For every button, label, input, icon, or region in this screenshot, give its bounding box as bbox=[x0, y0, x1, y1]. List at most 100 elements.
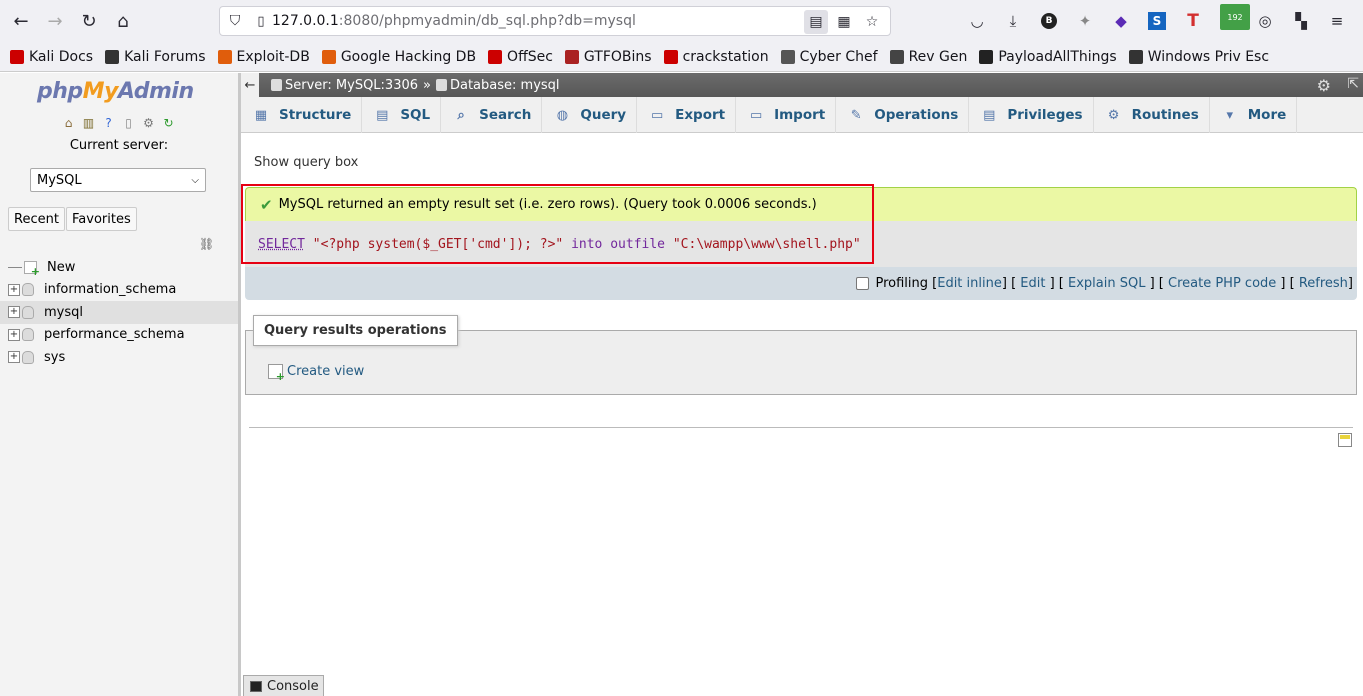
tree-item-performance-schema[interactable]: + performance_schema bbox=[0, 324, 238, 347]
bookmark-favicon-icon bbox=[564, 49, 579, 64]
sql-string-path: "C:\wampp\www\shell.php" bbox=[672, 236, 861, 252]
gear-icon[interactable]: ⚙ bbox=[1317, 76, 1331, 95]
explain-sql-link[interactable]: Explain SQL bbox=[1068, 276, 1145, 291]
tab-search[interactable]: ⌕ Search bbox=[441, 97, 543, 133]
database-icon bbox=[22, 283, 34, 297]
bookmark-star-icon[interactable]: ☆ bbox=[860, 10, 884, 34]
tab-export[interactable]: ▭ Export bbox=[637, 97, 737, 133]
database-tree: New +information_schema+mysql+performanc… bbox=[0, 256, 238, 369]
docs-icon[interactable]: ▯ bbox=[120, 114, 137, 131]
current-server-label: Current server: bbox=[69, 138, 169, 153]
profiling-checkbox[interactable] bbox=[856, 277, 870, 290]
bookmark-favicon-icon bbox=[1128, 49, 1143, 64]
reader-view-icon[interactable]: ▤ bbox=[804, 10, 828, 34]
help-icon[interactable]: ? bbox=[100, 114, 117, 131]
checkmark-icon: ✔ bbox=[260, 195, 273, 214]
url-bar[interactable]: ⛉ ▯ 127.0.0.1:8080/phpmyadmin/db_sql.php… bbox=[219, 6, 891, 36]
create-view-link[interactable]: Create view bbox=[268, 364, 364, 383]
expand-icon[interactable]: + bbox=[8, 351, 20, 364]
bookmark-item[interactable]: crackstation bbox=[663, 49, 769, 65]
reload-icon[interactable]: ↻ bbox=[72, 4, 106, 38]
tree-item-mysql[interactable]: + mysql bbox=[0, 301, 238, 324]
scroll-top-icon[interactable]: ⇱ bbox=[1347, 76, 1359, 92]
tab-import[interactable]: ▭ Import bbox=[736, 97, 837, 133]
bookmark-item[interactable]: Cyber Chef bbox=[780, 49, 878, 65]
edit-inline-link[interactable]: Edit inline bbox=[937, 276, 1002, 291]
bookmarks-bar: Kali Docs Kali Forums Exploit-DB Google Hac… bbox=[0, 42, 1363, 72]
bookmark-item[interactable]: Rev Gen bbox=[889, 49, 967, 65]
extension-purple-icon[interactable]: ◆ bbox=[1106, 8, 1136, 34]
pane-splitter[interactable] bbox=[238, 73, 241, 696]
menu-icon[interactable]: ≡ bbox=[1322, 8, 1352, 34]
page-info-icon[interactable]: ▯ bbox=[250, 14, 272, 29]
navigation-panel: phpMyAdmin ⌂ ▥ ? ▯ ⚙ ↻ Current server: M… bbox=[0, 73, 238, 696]
browser-toolbar: ← → ↻ ⌂ ⛉ ▯ 127.0.0.1:8080/phpmyadmin/db… bbox=[0, 0, 1363, 42]
home-icon[interactable]: ⌂ bbox=[60, 114, 77, 131]
sql-keyword-into: into bbox=[571, 236, 603, 252]
tab-query[interactable]: ◍ Query bbox=[542, 97, 638, 133]
settings-icon[interactable]: ⚙ bbox=[140, 114, 157, 131]
tree-item-new[interactable]: New bbox=[0, 256, 238, 279]
tab-structure[interactable]: ▦ Structure bbox=[241, 97, 363, 133]
reload-nav-icon[interactable]: ↻ bbox=[160, 114, 177, 131]
recent-button[interactable]: Recent bbox=[8, 207, 65, 231]
create-php-code-link[interactable]: Create PHP code bbox=[1168, 276, 1276, 291]
tab-more[interactable]: ▾ More bbox=[1210, 97, 1298, 133]
bookmark-item[interactable]: Kali Forums bbox=[105, 49, 206, 65]
url-text[interactable]: 127.0.0.1:8080/phpmyadmin/db_sql.php?db=… bbox=[272, 13, 636, 29]
breadcrumb-database[interactable]: Database: mysql bbox=[435, 78, 560, 93]
bookmark-item[interactable]: Google Hacking DB bbox=[321, 49, 476, 65]
extension-b-icon[interactable]: B bbox=[1034, 8, 1064, 34]
bookmark-item[interactable]: Kali Docs bbox=[10, 49, 93, 65]
operations-icon: ✎ bbox=[850, 107, 862, 123]
tab-operations[interactable]: ✎ Operations bbox=[836, 97, 970, 133]
tree-item-sys[interactable]: + sys bbox=[0, 346, 238, 369]
home-icon[interactable]: ⌂ bbox=[106, 4, 140, 38]
expand-icon[interactable]: + bbox=[8, 283, 20, 296]
extension-puzzle-icon[interactable]: ✦ bbox=[1070, 8, 1100, 34]
more-icon: ▾ bbox=[1226, 107, 1233, 123]
bookmark-item[interactable]: Exploit-DB bbox=[217, 49, 310, 65]
logout-icon[interactable]: ▥ bbox=[80, 114, 97, 131]
tab-privileges[interactable]: ▤ Privileges bbox=[969, 97, 1094, 133]
query-results-operations-title: Query results operations bbox=[253, 315, 458, 346]
pocket-icon[interactable]: ◡ bbox=[962, 8, 992, 34]
edit-link[interactable]: Edit bbox=[1020, 276, 1045, 291]
qr-icon[interactable]: ▦ bbox=[832, 10, 856, 34]
cookie-icon[interactable]: ◎ bbox=[1250, 8, 1280, 34]
refresh-link[interactable]: Refresh bbox=[1299, 276, 1348, 291]
extensions-icon[interactable]: ▚ bbox=[1286, 8, 1316, 34]
tab-routines[interactable]: ⚙ Routines bbox=[1094, 97, 1210, 133]
bookmark-item[interactable]: GTFOBins bbox=[564, 49, 652, 65]
shield-icon[interactable]: ⛉ bbox=[220, 13, 250, 29]
extension-s-icon[interactable]: S bbox=[1142, 8, 1172, 34]
bookmark-item[interactable]: OffSec bbox=[488, 49, 553, 65]
export-icon: ▭ bbox=[650, 107, 664, 123]
routines-icon: ⚙ bbox=[1107, 107, 1120, 123]
tree-item-information-schema[interactable]: + information_schema bbox=[0, 279, 238, 302]
download-icon[interactable]: ⤓ bbox=[998, 8, 1028, 34]
expand-icon[interactable]: + bbox=[8, 306, 20, 319]
tab-sql[interactable]: ▤ SQL bbox=[362, 97, 442, 133]
back-icon[interactable]: ← bbox=[4, 4, 38, 38]
bookmark-item[interactable]: PayloadAllThings bbox=[979, 49, 1117, 65]
breadcrumb-server[interactable]: Server: MySQL:3306 bbox=[271, 78, 418, 93]
collapse-nav-icon[interactable]: ← bbox=[241, 73, 259, 97]
import-icon: ▭ bbox=[749, 107, 763, 123]
sql-keyword-select[interactable]: SELECT bbox=[258, 237, 305, 252]
bookmark-item[interactable]: Windows Priv Esc bbox=[1128, 49, 1269, 65]
console-icon bbox=[250, 680, 262, 692]
extension-badge-icon[interactable]: ▣192 bbox=[1214, 4, 1250, 34]
expand-icon[interactable]: + bbox=[8, 328, 20, 341]
phpmyadmin-logo[interactable]: phpMyAdmin bbox=[37, 79, 194, 104]
extension-t-icon[interactable]: T bbox=[1178, 8, 1208, 34]
server-select[interactable]: MySQL ⌵ bbox=[30, 168, 206, 192]
link-icon[interactable]: ⛓ bbox=[199, 237, 214, 251]
bookmark-note-icon[interactable] bbox=[1338, 433, 1352, 447]
favorites-button[interactable]: Favorites bbox=[66, 207, 137, 231]
new-db-icon bbox=[24, 260, 40, 278]
console-tab[interactable]: Console bbox=[243, 675, 324, 696]
query-icon: ◍ bbox=[556, 107, 569, 123]
show-query-box-link[interactable]: Show query box bbox=[254, 155, 358, 170]
forward-icon[interactable]: → bbox=[38, 4, 72, 38]
